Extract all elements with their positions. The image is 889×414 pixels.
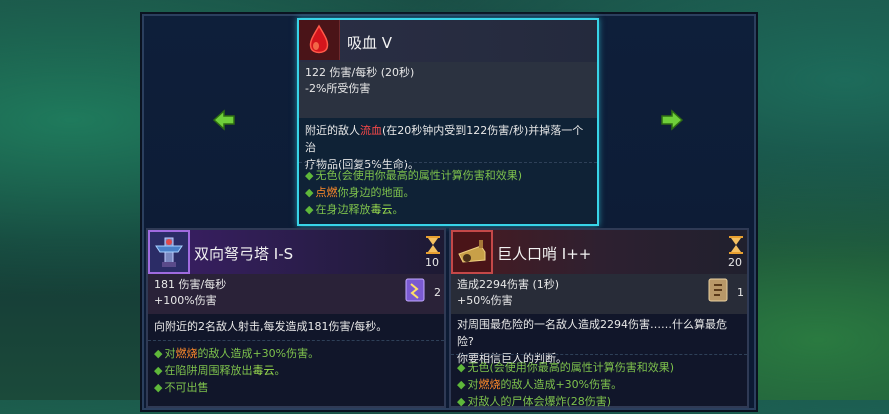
- crossbow-turret-icon: [148, 230, 190, 274]
- effect-line: ◆ 在身边释放毒云。: [305, 203, 404, 216]
- item-title: 双向弩弓塔 I-S: [194, 245, 294, 263]
- item-title: 吸血 V: [347, 34, 393, 52]
- item-effects: ◆ 无色(会使用你最高的属性计算伤害和效果) ◆ 对燃烧的敌人造成+30%伤害。 ◆…: [451, 354, 747, 414]
- item-stats: 122 伤害/每秒 (20秒) -2%所受伤害: [299, 62, 597, 118]
- stat-line: +100%伤害: [154, 294, 217, 307]
- effect-line: ◆ 不可出售: [154, 381, 209, 394]
- bleed-keyword: 流血: [360, 124, 382, 137]
- card-header: 吸血 V: [299, 20, 597, 62]
- stat-line: 122 伤害/每秒 (20秒): [305, 66, 415, 79]
- stat-line: 181 伤害/每秒: [154, 278, 227, 291]
- hourglass-icon: [426, 236, 440, 254]
- stat-line: +50%伤害: [457, 294, 513, 307]
- card-header: 巨人口哨 I++ 20: [451, 230, 747, 274]
- scroll-count: 2: [434, 286, 441, 299]
- effect-line: ◆ 对燃烧的敌人造成+30%伤害。: [154, 347, 320, 360]
- stat-line: 造成2294伤害 (1秒): [457, 278, 560, 291]
- compare-item-card-right[interactable]: 巨人口哨 I++ 20 造成2294伤害 (1秒) +50%伤害 1 对周围最危…: [449, 228, 749, 408]
- item-stats: 造成2294伤害 (1秒) +50%伤害: [451, 274, 747, 314]
- cooldown-value: 20: [728, 256, 742, 269]
- arrow-right-icon[interactable]: [660, 108, 684, 132]
- card-header: 双向弩弓塔 I-S 10: [148, 230, 444, 274]
- cooldown-value: 10: [425, 256, 439, 269]
- scroll-icon: [405, 278, 425, 302]
- effect-line: ◆ 无色(会使用你最高的属性计算伤害和效果): [457, 361, 675, 374]
- hourglass-icon: [729, 236, 743, 254]
- effect-line: ◆ 无色(会使用你最高的属性计算伤害和效果): [305, 169, 523, 182]
- effect-line: ◆ 对敌人的尸体会爆炸(28伤害): [457, 395, 612, 408]
- item-effects: ◆ 无色(会使用你最高的属性计算伤害和效果) ◆ 点燃你身边的地面。 ◆ 在身边释放毒…: [299, 162, 597, 222]
- compare-item-card-left[interactable]: 双向弩弓塔 I-S 10 181 伤害/每秒 +100%伤害 2 向附近的2名敌…: [146, 228, 446, 408]
- blood-drop-icon: [299, 20, 340, 60]
- item-stats: 181 伤害/每秒 +100%伤害: [148, 274, 444, 314]
- effect-line: ◆ 对燃烧的敌人造成+30%伤害。: [457, 378, 623, 391]
- whistle-icon: [451, 230, 493, 274]
- effect-line: ◆ 在陷阱周围释放出毒云。: [154, 364, 286, 377]
- item-title: 巨人口哨 I++: [497, 245, 592, 263]
- item-effects: ◆ 对燃烧的敌人造成+30%伤害。 ◆ 在陷阱周围释放出毒云。 ◆ 不可出售: [148, 340, 444, 400]
- effect-line: ◆ 点燃你身边的地面。: [305, 186, 415, 199]
- scroll-count: 1: [737, 286, 744, 299]
- selected-item-card[interactable]: 吸血 V 122 伤害/每秒 (20秒) -2%所受伤害 附近的敌人流血(在20…: [297, 18, 599, 226]
- arrow-left-icon[interactable]: [212, 108, 236, 132]
- scroll-icon: [708, 278, 728, 302]
- item-description: 向附近的2名敌人射击,每发造成181伤害/每秒。: [154, 320, 388, 333]
- stat-line: -2%所受伤害: [305, 82, 371, 95]
